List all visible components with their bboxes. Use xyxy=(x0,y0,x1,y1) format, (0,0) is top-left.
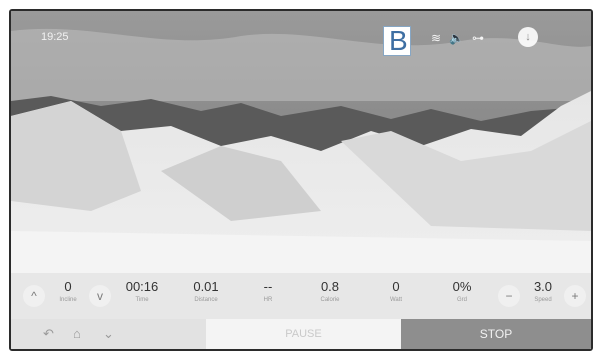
metric-value: 0% xyxy=(452,279,472,294)
stop-button[interactable]: STOP xyxy=(401,319,591,349)
speed-up-button[interactable]: + xyxy=(564,285,586,307)
status-icons: ≋🔈⊶ xyxy=(431,31,492,45)
metric-label: HR xyxy=(263,297,273,303)
metric-value: 3.0 xyxy=(533,279,553,294)
metric-grade: 0% Grd xyxy=(435,279,489,303)
back-icon[interactable]: ↶ xyxy=(43,326,54,342)
arrow-icon[interactable]: ↓ xyxy=(518,27,538,47)
metric-distance: 0.01 Distance xyxy=(179,279,233,303)
bottom-bar: ↶ ⌂ ⌄ PAUSE STOP xyxy=(11,319,591,349)
metric-label: Speed xyxy=(534,297,552,303)
wifi-icon: ≋ xyxy=(431,31,450,45)
clock-text: 19:25 xyxy=(41,31,69,43)
metric-value: 0 xyxy=(392,279,400,294)
metric-label: Distance xyxy=(194,297,218,303)
metric-label: Time xyxy=(135,297,149,303)
overlay-letter: B xyxy=(389,25,408,56)
metric-heart-rate: -- HR xyxy=(241,279,295,303)
incline-down-button[interactable]: v xyxy=(89,285,111,307)
metric-value: 0.8 xyxy=(320,279,340,294)
metric-time: 00:16 Time xyxy=(115,279,169,303)
metric-label: Incline xyxy=(59,297,77,303)
dumbbell-icon: ⊶ xyxy=(472,31,493,45)
metric-value: 0 xyxy=(64,279,72,294)
pause-button[interactable]: PAUSE xyxy=(206,319,401,349)
nav-area: ↶ ⌂ ⌄ xyxy=(11,319,206,349)
metric-calorie: 0.8 Calorie xyxy=(303,279,357,303)
overlay-label-box: B xyxy=(383,25,411,56)
metric-label: Watt xyxy=(389,297,403,303)
metric-incline: 0 Incline xyxy=(41,279,95,303)
metric-value: 0.01 xyxy=(193,279,219,294)
metric-watt: 0 Watt xyxy=(369,279,423,303)
metric-value: -- xyxy=(263,279,273,294)
chevron-down-icon[interactable]: ⌄ xyxy=(103,326,114,342)
status-bar: 19:25 ≋🔈⊶ xyxy=(11,29,591,49)
app-frame: 19:25 ≋🔈⊶ B ↓ ^ 0 Incline v 00:16 Time 0… xyxy=(9,9,593,351)
home-icon[interactable]: ⌂ xyxy=(73,326,81,341)
metrics-bar: ^ 0 Incline v 00:16 Time 0.01 Distance -… xyxy=(11,273,591,319)
metric-label: Grd xyxy=(456,297,467,303)
metric-value: 00:16 xyxy=(125,279,159,294)
volume-icon: 🔈 xyxy=(449,31,473,45)
metric-speed: 3.0 Speed xyxy=(516,279,570,303)
metric-label: Calorie xyxy=(320,297,340,303)
